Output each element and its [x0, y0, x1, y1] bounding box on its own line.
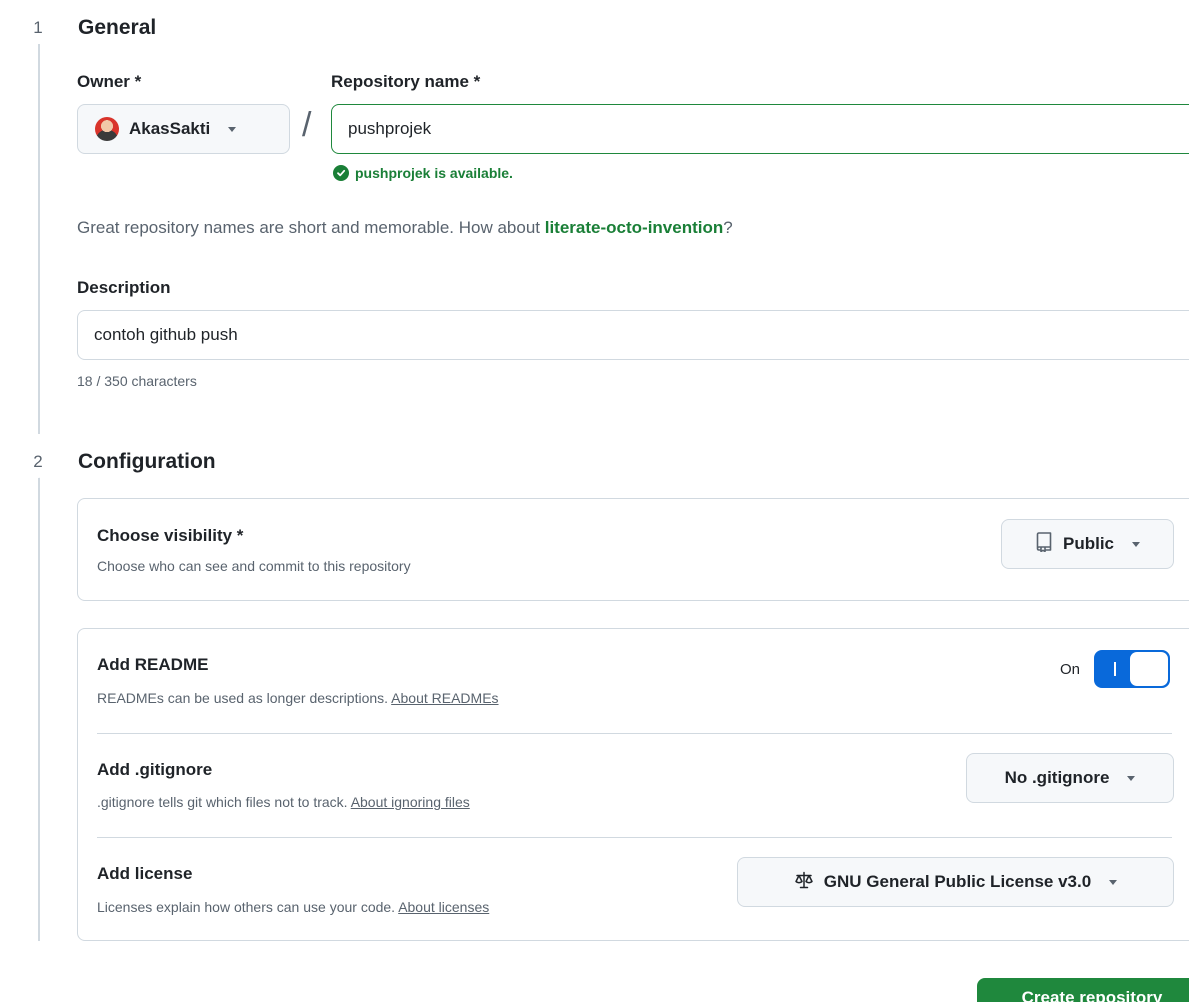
- gitignore-value: No .gitignore: [1004, 768, 1110, 787]
- visibility-select-button[interactable]: Public: [1001, 519, 1174, 569]
- license-row: Add license Licenses explain how others …: [78, 838, 1189, 942]
- visibility-subtitle: Choose who can see and commit to this re…: [97, 558, 411, 574]
- visibility-box: Choose visibility * Choose who can see a…: [77, 498, 1189, 601]
- availability-text: pushprojek is available.: [355, 165, 513, 181]
- license-select-button[interactable]: GNU General Public License v3.0: [737, 857, 1174, 907]
- suggested-name-link[interactable]: literate-octo-invention: [545, 218, 724, 237]
- step-number-2: 2: [22, 446, 54, 478]
- about-readmes-link[interactable]: About READMEs: [391, 690, 498, 706]
- availability-message: pushprojek is available.: [333, 165, 513, 181]
- law-icon: [794, 871, 814, 894]
- description-char-count: 18 / 350 characters: [77, 373, 197, 389]
- about-licenses-link[interactable]: About licenses: [398, 899, 489, 915]
- readme-toggle[interactable]: [1094, 650, 1171, 688]
- step-rail-configuration: [38, 476, 40, 941]
- readme-subtitle: READMEs can be used as longer descriptio…: [97, 690, 499, 706]
- owner-label: Owner *: [77, 72, 142, 91]
- gitignore-subtitle: .gitignore tells git which files not to …: [97, 794, 470, 810]
- gitignore-select-button[interactable]: No .gitignore: [966, 753, 1174, 803]
- license-value: GNU General Public License v3.0: [823, 872, 1092, 891]
- gitignore-subtitle-text: .gitignore tells git which files not to …: [97, 794, 351, 810]
- repo-name-hint: Great repository names are short and mem…: [77, 218, 733, 238]
- license-title: Add license: [97, 864, 193, 883]
- visibility-title: Choose visibility *: [97, 526, 244, 545]
- readme-toggle-group: On: [1060, 650, 1171, 688]
- description-label: Description: [77, 278, 171, 297]
- readme-title: Add README: [97, 655, 209, 674]
- toggle-on-icon: [1114, 662, 1117, 676]
- step-rail-general: [38, 44, 40, 434]
- readme-subtitle-text: READMEs can be used as longer descriptio…: [97, 690, 392, 706]
- repo-icon: [1035, 531, 1053, 557]
- readme-row: Add README READMEs can be used as longer…: [78, 629, 1189, 733]
- create-repository-button[interactable]: Create repository: [977, 978, 1189, 1002]
- repo-name-input[interactable]: [331, 104, 1189, 154]
- description-input[interactable]: [77, 310, 1189, 360]
- step-title-general: General: [78, 16, 157, 39]
- chevron-down-icon: [1127, 775, 1136, 781]
- license-subtitle-text: Licenses explain how others can use your…: [97, 899, 399, 915]
- gitignore-row: Add .gitignore .gitignore tells git whic…: [78, 734, 1189, 837]
- hint-prefix: Great repository names are short and mem…: [77, 218, 545, 237]
- avatar: [95, 117, 119, 141]
- toggle-knob: [1130, 652, 1169, 686]
- owner-repo-separator: /: [302, 106, 312, 144]
- owner-name: AkasSakti: [129, 119, 211, 138]
- repo-name-label: Repository name *: [331, 72, 481, 91]
- chevron-down-icon: [228, 126, 237, 132]
- create-repo-form: 1 General Owner * Repository name * Akas…: [0, 0, 1189, 1002]
- hint-suffix: ?: [723, 218, 733, 237]
- visibility-value: Public: [1062, 534, 1114, 553]
- initialize-options-box: Add README READMEs can be used as longer…: [77, 628, 1189, 941]
- gitignore-title: Add .gitignore: [97, 760, 213, 779]
- check-circle-icon: [333, 165, 349, 181]
- readme-toggle-label: On: [1060, 660, 1081, 678]
- chevron-down-icon: [1132, 541, 1140, 547]
- owner-select-button[interactable]: AkasSakti: [77, 104, 290, 154]
- step-title-configuration: Configuration: [78, 450, 216, 473]
- chevron-down-icon: [1109, 879, 1118, 885]
- license-subtitle: Licenses explain how others can use your…: [97, 899, 489, 915]
- step-number-1: 1: [22, 12, 54, 44]
- about-ignoring-files-link[interactable]: About ignoring files: [351, 794, 470, 810]
